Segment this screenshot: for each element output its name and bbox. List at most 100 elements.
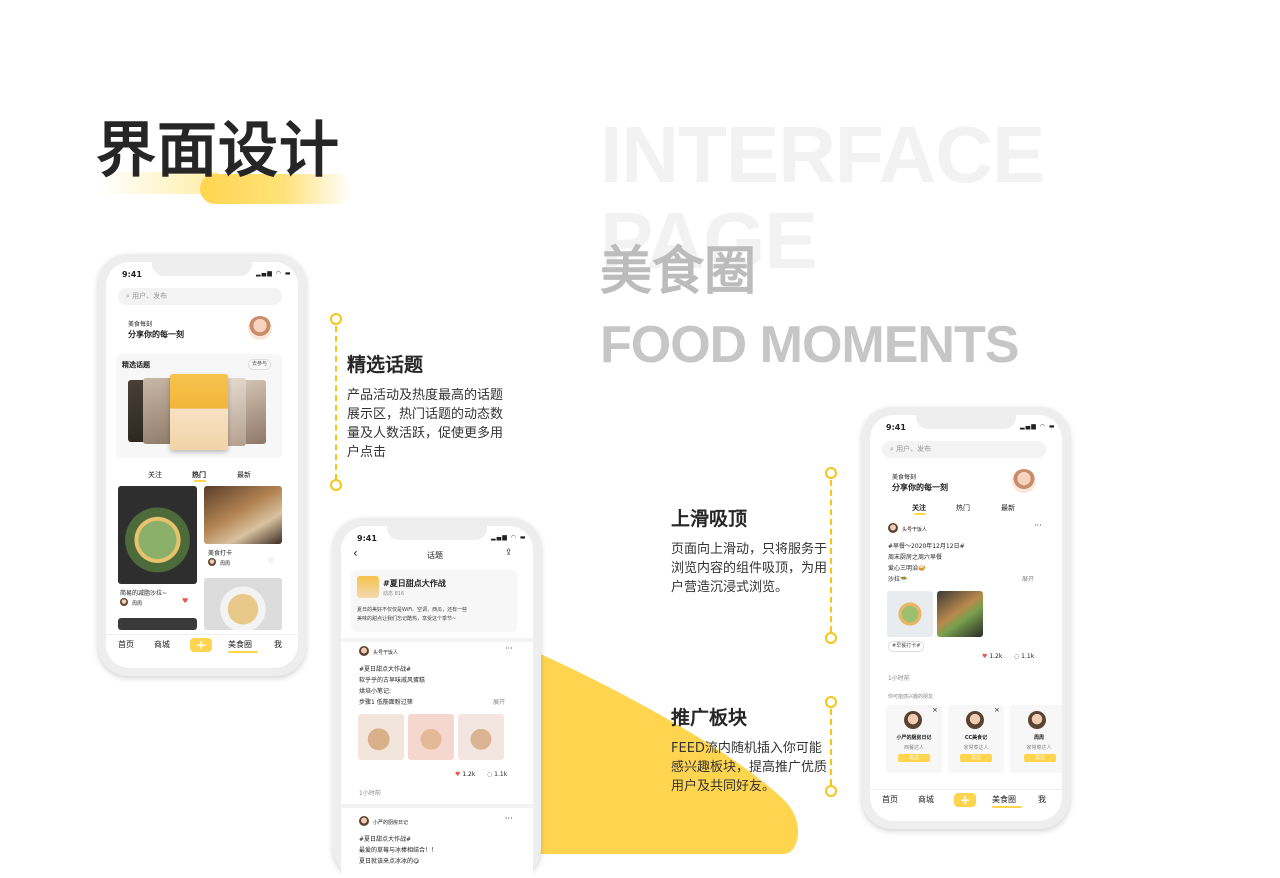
friend-role: 家常菜达人	[1026, 745, 1052, 751]
more-icon[interactable]: ···	[1034, 521, 1042, 530]
feed-card-title[interactable]: 简易的减脂沙拉~	[120, 588, 167, 597]
tab-follow[interactable]: 关注	[912, 503, 926, 513]
close-icon[interactable]: ×	[994, 706, 1000, 714]
avatar	[1028, 711, 1046, 729]
divider	[341, 638, 533, 642]
post-image[interactable]	[458, 714, 504, 760]
friend-card[interactable]: 周周 家常菜达人 关注	[1010, 705, 1062, 773]
annotation-title-sticky: 上滑吸顶	[671, 508, 748, 530]
tab-indicator	[194, 480, 206, 482]
annotation-title-topics: 精选话题	[347, 354, 424, 376]
avatar[interactable]	[359, 816, 369, 826]
feed-card-image[interactable]	[118, 618, 197, 630]
nav-home[interactable]: 首页	[882, 794, 898, 805]
more-icon[interactable]: ···	[505, 644, 513, 653]
nav-home[interactable]: 首页	[118, 639, 134, 650]
nav-indicator	[228, 651, 258, 653]
tab-latest[interactable]: 最新	[1001, 503, 1015, 513]
back-icon[interactable]: ‹	[353, 546, 358, 560]
friend-name: 小严的厨房日记	[896, 735, 932, 741]
heart-icon: ♥	[455, 771, 461, 778]
feed-card-image[interactable]	[204, 578, 282, 630]
phone-mockup-feed: 9:41 ▂▄▆ ◠ ▬ ⌕ 用户、发布 美食每刻 分享你的每一刻 关注 热门 …	[862, 407, 1070, 829]
add-post-button[interactable]: +	[190, 638, 212, 652]
post-image[interactable]	[887, 591, 933, 637]
share-icon[interactable]: ⇪	[505, 548, 513, 558]
brand-slogan: 分享你的每一刻	[892, 483, 948, 492]
comment-icon: ◌	[1014, 653, 1020, 660]
post-comments[interactable]: ◌ 1.1k	[487, 771, 507, 778]
follow-button[interactable]: 关注	[898, 754, 930, 762]
tab-hot[interactable]: 热门	[192, 470, 206, 480]
avatar[interactable]	[1012, 469, 1036, 493]
search-input[interactable]: ⌕ 用户、发布	[118, 288, 282, 305]
friend-name: CC美食记	[964, 735, 988, 741]
avatar	[904, 711, 922, 729]
post-likes[interactable]: ♥ 1.2k	[982, 653, 1002, 660]
nav-food-moments[interactable]: 美食圈	[992, 794, 1016, 805]
avatar[interactable]	[248, 316, 272, 340]
post-likes[interactable]: ♥ 1.2k	[455, 771, 475, 778]
feed-card-user: 周周	[132, 601, 143, 607]
topic-description: 夏日的美好不仅仅是WiFi、空调、西瓜，还有一些 美味的甜点让我们忘记酷热，享受…	[357, 607, 468, 622]
post-user[interactable]: 头号干饭人	[373, 649, 398, 656]
post-content: #夏日甜点大作战# 软乎乎的古早味戚风蛋糕 烘培小笔记: 步骤1 低筋面粉过筛	[359, 666, 426, 706]
expand-link[interactable]: 展开	[493, 697, 505, 706]
add-post-button[interactable]: +	[954, 793, 976, 807]
page-header-title: 话题	[427, 551, 443, 560]
section-title-en: FOOD MOMENTS	[600, 316, 1019, 374]
heart-icon[interactable]: ♥	[182, 597, 188, 605]
annotation-text-topics: 产品活动及热度最高的话题 展示区，热门话题的动态数 量及人数活跃，促使更多用 户…	[347, 388, 504, 460]
friend-card[interactable]: × 小严的厨房日记 西餐达人 关注	[886, 705, 942, 773]
annotation-dot	[825, 632, 837, 644]
feed-card-image[interactable]	[204, 486, 282, 544]
topic-card-featured[interactable]	[170, 374, 228, 450]
annotation-title-promo: 推广板块	[671, 707, 748, 729]
nav-me[interactable]: 我	[1038, 794, 1046, 805]
nav-mall[interactable]: 商城	[918, 794, 934, 805]
recommend-label: 你可能感兴趣的朋友	[888, 694, 934, 700]
friend-role: 西餐达人	[903, 745, 924, 751]
annotation-dot	[330, 479, 342, 491]
tab-latest[interactable]: 最新	[237, 470, 251, 480]
post-tag[interactable]: #早餐打卡#	[888, 641, 925, 652]
heart-icon: ♥	[982, 653, 988, 660]
follow-button[interactable]: 关注	[1024, 754, 1056, 762]
friend-card[interactable]: × CC美食记 家常菜达人 关注	[948, 705, 1004, 773]
post-time: 1小时前	[888, 675, 910, 682]
heart-outline-icon[interactable]: ♡	[268, 557, 274, 565]
more-icon[interactable]: ···	[505, 814, 513, 823]
topic-thumbnail	[357, 576, 379, 598]
status-icons: ▂▄▆ ◠ ▬	[491, 534, 527, 541]
post-image[interactable]	[408, 714, 454, 760]
post-user[interactable]: 小严的厨房日记	[373, 819, 408, 826]
annotation-dot	[825, 467, 837, 479]
annotation-line	[830, 480, 832, 632]
post-user[interactable]: 头号干饭人	[902, 526, 927, 533]
annotation-text-promo: FEED流内随机插入你可能 感兴趣板块，提高推广优质 用户及共同好友。	[671, 741, 828, 794]
tab-indicator	[914, 513, 926, 515]
expand-link[interactable]: 展开	[1022, 574, 1034, 583]
nav-food-moments[interactable]: 美食圈	[228, 639, 252, 650]
follow-button[interactable]: 关注	[960, 754, 992, 762]
tab-hot[interactable]: 热门	[956, 503, 970, 513]
feed-card-title[interactable]: 美食打卡	[208, 548, 232, 557]
annotation-text-sticky: 页面向上滑动，只将服务于 浏览内容的组件吸顶，为用 户营造沉浸式浏览。	[671, 542, 828, 595]
topics-label: 精选话题	[122, 361, 150, 369]
search-input[interactable]: ⌕ 用户、发布	[882, 441, 1046, 458]
bottom-nav: 首页 商城 + 美食圈 我	[870, 789, 1062, 810]
post-comments[interactable]: ◌ 1.1k	[1014, 653, 1034, 660]
post-image[interactable]	[937, 591, 983, 637]
nav-me[interactable]: 我	[274, 639, 282, 650]
post-image[interactable]	[358, 714, 404, 760]
topic-name: #夏日甜点大作战	[383, 579, 446, 588]
tab-follow[interactable]: 关注	[148, 470, 162, 480]
topics-more-button[interactable]: 去参与	[248, 359, 272, 370]
close-icon[interactable]: ×	[932, 706, 938, 714]
avatar[interactable]	[888, 523, 898, 533]
status-time: 9:41	[357, 534, 377, 543]
feed-card-image[interactable]	[118, 486, 197, 584]
nav-mall[interactable]: 商城	[154, 639, 170, 650]
status-icons: ▂▄▆ ◠ ▬	[1020, 423, 1056, 430]
avatar[interactable]	[359, 646, 369, 656]
